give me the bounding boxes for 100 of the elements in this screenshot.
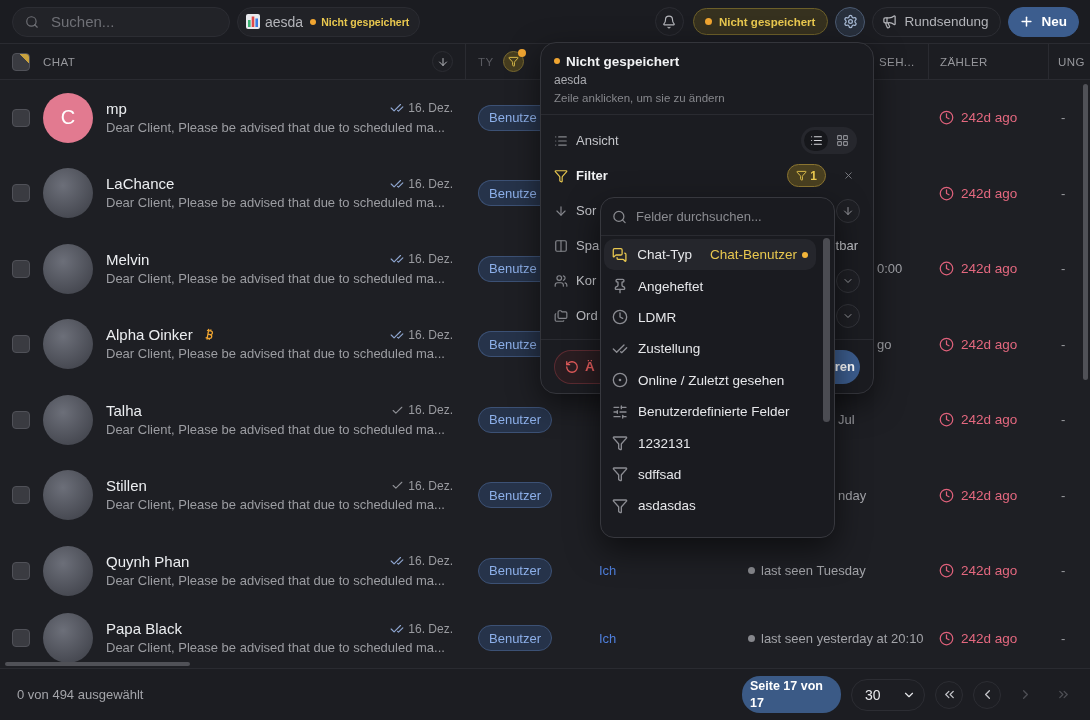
select-button[interactable] — [836, 268, 860, 293]
filter-count-button[interactable]: 1 — [787, 164, 826, 187]
table-cell: - — [1061, 336, 1066, 352]
contact-name: mp — [106, 99, 127, 117]
row-checkbox[interactable] — [12, 629, 30, 648]
message-preview: Dear Client, Please be advised that due to scheduled ma... — [106, 496, 446, 515]
last-seen-text: nday — [838, 487, 867, 503]
chat-bubbles-icon — [612, 246, 628, 263]
row-checkbox[interactable] — [12, 335, 30, 354]
row-checkbox[interactable] — [12, 410, 30, 429]
last-seen-text: last seen yesterday at 20:10 — [761, 630, 924, 646]
status-dot-icon — [517, 49, 526, 57]
assignee-text: Ich — [599, 563, 617, 579]
photo-placeholder — [43, 394, 93, 445]
row-checkbox[interactable] — [12, 259, 30, 278]
message-date: 16. Dez. — [408, 478, 453, 493]
type-tag: Benutzer — [478, 625, 553, 652]
arrow-down-icon — [842, 204, 854, 217]
field-option[interactable]: asdasdas — [604, 490, 816, 522]
type-tag: Benutze — [478, 104, 540, 131]
status-dot-icon — [554, 58, 560, 64]
field-option[interactable]: Zustellung — [604, 333, 816, 365]
bar-chart-icon — [246, 14, 260, 29]
row-checkbox[interactable] — [12, 486, 30, 505]
settings-button[interactable] — [835, 6, 866, 37]
table-cell: - — [1061, 261, 1066, 277]
option-label[interactable]: Ord — [576, 308, 598, 323]
settings-icon — [842, 14, 858, 29]
reset-icon — [565, 359, 579, 374]
type-tag: Benutze — [478, 255, 540, 282]
sort-direction-button[interactable] — [836, 198, 860, 223]
clock-icon — [939, 412, 954, 428]
type-tag: Benutze — [478, 180, 540, 207]
message-preview: Dear Client, Please be advised that due to scheduled ma... — [106, 345, 446, 364]
table-cell: - — [1061, 110, 1066, 126]
list-icon — [554, 133, 568, 148]
search-field[interactable]: Felder durchsuchen... — [601, 198, 834, 236]
row-checkbox[interactable] — [12, 561, 30, 580]
plus-icon — [1019, 14, 1035, 29]
contact-name: Stillen — [106, 477, 147, 495]
row-checkbox[interactable] — [12, 184, 30, 203]
column-header: SEH... — [879, 55, 915, 68]
column-header: CHAT — [43, 55, 76, 68]
contact-name: Talha — [106, 401, 142, 419]
message-preview: Dear Client, Please be advised that due to scheduled ma... — [106, 420, 446, 439]
notifications-button[interactable] — [654, 7, 684, 36]
contact-name: LaChance — [106, 175, 175, 193]
option-label[interactable]: Spa — [576, 238, 600, 253]
circle-dot-icon — [612, 372, 628, 389]
field-option[interactable]: sdffsad — [604, 458, 816, 491]
option-label[interactable]: Filter — [576, 168, 608, 183]
status-dot-icon — [704, 18, 712, 25]
option-label[interactable]: Kor — [576, 273, 597, 288]
row-checkbox[interactable] — [12, 108, 30, 127]
unsaved-status-button[interactable]: Nicht gespeichert — [692, 8, 829, 35]
columns-icon — [554, 238, 568, 253]
field-option[interactable]: Chat-Typ Chat-Benutzer — [604, 239, 816, 271]
list-view-button[interactable] — [804, 130, 828, 151]
filter-button[interactable] — [502, 51, 524, 72]
type-tag: Benutzer — [478, 406, 553, 433]
sort-button[interactable] — [432, 51, 453, 72]
last-seen-text: 0:00 — [877, 261, 903, 277]
assignee-text: Ich — [599, 630, 617, 646]
previous-page-button[interactable] — [973, 680, 1001, 709]
primary-button[interactable]: ren — [833, 349, 860, 384]
close-icon — [842, 170, 854, 181]
clock-icon — [939, 336, 954, 352]
field-option[interactable]: Angeheftet — [604, 270, 816, 302]
message-date: 16. Dez. — [408, 327, 453, 342]
new-button[interactable]: Neu — [1008, 6, 1079, 37]
field-option[interactable]: 1232131 — [604, 427, 816, 459]
select-all-checkbox[interactable] — [12, 52, 30, 71]
unsaved-status: Nicht gespeichert — [321, 15, 410, 28]
clock-icon — [939, 487, 954, 503]
column-header: TY — [478, 55, 494, 68]
counter-text: 242d ago — [961, 563, 1018, 579]
clock-icon — [939, 185, 954, 201]
option-label[interactable]: Ansicht — [576, 133, 619, 148]
status-dot-icon — [310, 18, 317, 25]
search-field[interactable]: Suchen... — [12, 6, 230, 37]
broadcast-button[interactable]: Rundsendung — [872, 6, 1002, 37]
view-chip[interactable]: aesda Nicht gespeichert — [237, 6, 421, 37]
contact-name: Quynh Phan — [106, 552, 190, 570]
photo-placeholder — [43, 470, 93, 521]
selection-count: 0 von 494 ausgewählt — [17, 687, 144, 702]
status-dot-icon — [748, 567, 755, 575]
page-size-select[interactable]: 30 — [851, 678, 925, 711]
option-label[interactable]: Sor — [576, 203, 597, 218]
reset-button[interactable]: Ä — [554, 349, 600, 384]
filter-icon — [796, 170, 808, 181]
select-button[interactable] — [836, 303, 860, 328]
hint-text: Zeile anklicken, um sie zu ändern — [554, 91, 725, 106]
field-option[interactable]: Benutzerdefinierte Felder — [604, 395, 816, 428]
message-date: 16. Dez. — [408, 101, 453, 116]
contact-name: Alpha Oinker — [106, 326, 193, 344]
field-option[interactable]: LDMR — [604, 301, 816, 334]
counter-text: 242d ago — [961, 630, 1018, 646]
bell-icon — [662, 14, 677, 29]
field-option[interactable]: Online / Zuletzt gesehen — [604, 364, 816, 396]
first-page-button[interactable] — [935, 680, 963, 709]
